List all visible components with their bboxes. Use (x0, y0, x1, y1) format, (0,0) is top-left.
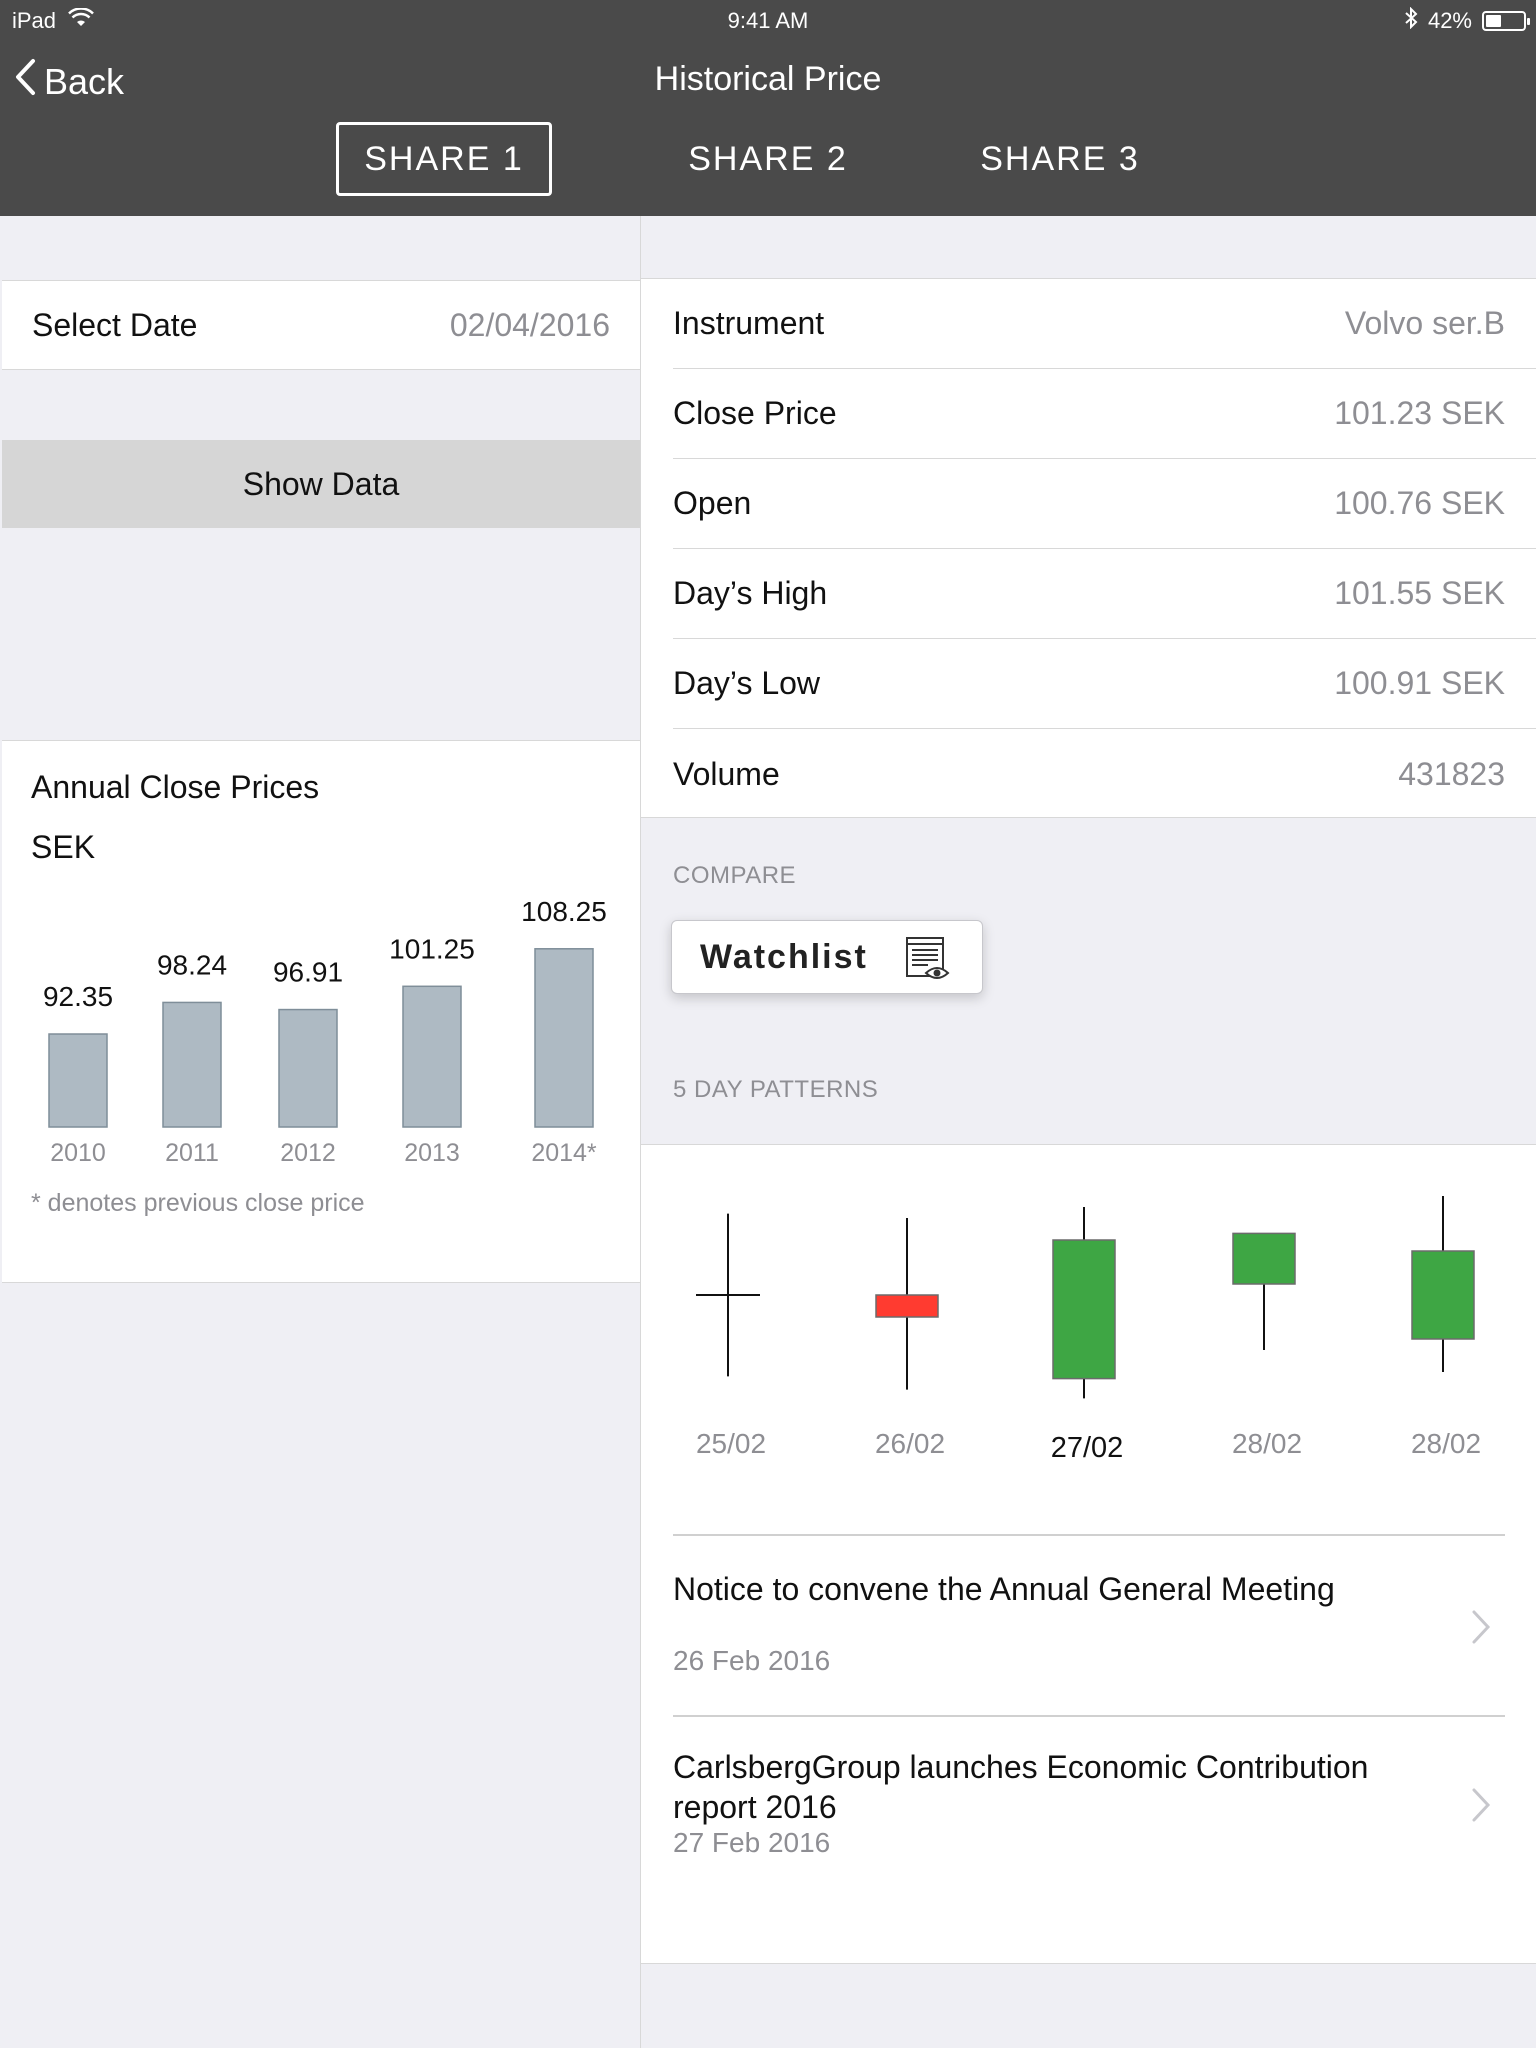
bar-category-label: 2014* (531, 1139, 597, 1167)
info-row-close-price: Close Price 101.23 SEK (673, 369, 1536, 459)
tab-share-3[interactable]: SHARE 3 (952, 122, 1168, 196)
candle-body (1052, 1239, 1116, 1380)
info-label: Volume (673, 755, 780, 792)
bar-category-label: 2013 (404, 1139, 460, 1167)
date-selector-label: Select Date (32, 306, 198, 343)
candle-date-label: 28/02 (1232, 1428, 1302, 1459)
watchlist-eye-icon (904, 935, 952, 992)
show-data-button[interactable]: Show Data (2, 440, 640, 528)
divider (673, 1534, 1505, 1536)
candle-date-label: 28/02 (1411, 1428, 1481, 1459)
info-row-volume: Volume 431823 (673, 729, 1536, 819)
status-time: 9:41 AM (727, 8, 809, 33)
divider (673, 1715, 1505, 1717)
news-item[interactable]: Notice to convene the Annual General Mee… (673, 1569, 1511, 1701)
tab-share-2[interactable]: SHARE 2 (660, 122, 876, 196)
chart-bar (534, 948, 594, 1128)
annual-close-chart-card: Annual Close Prices SEK 92.35 2010 98.24 20… (2, 740, 640, 1283)
patterns-news-card: 25/02 26/02 27/02 28/02 28/02 Notice to conv… (641, 1144, 1536, 1964)
navigation-header: iPad 9:41 AM 42% Back Historical Price S… (0, 0, 1536, 216)
info-label: Instrument (673, 305, 825, 341)
chart-bar (278, 1008, 338, 1128)
bar-category-label: 2010 (50, 1139, 106, 1167)
chevron-right-icon (1471, 1787, 1491, 1828)
patterns-section-label: 5 DAY PATTERNS (673, 1076, 879, 1103)
news-date: 26 Feb 2016 (673, 1645, 831, 1676)
bar-category-label: 2011 (165, 1139, 219, 1167)
info-value: 431823 (1398, 755, 1505, 792)
annual-close-bar-chart: 92.35 2010 98.24 2011 96.91 2012 101.25 2013 108… (43, 896, 607, 1167)
news-item[interactable]: CarlsbergGroup launches Economic Contrib… (673, 1747, 1511, 1867)
watchlist-label: Watchlist (700, 937, 868, 976)
date-selector-value: 02/04/2016 (449, 306, 610, 343)
info-label: Day’s Low (673, 665, 821, 701)
chart-footnote: * denotes previous close price (31, 1189, 365, 1217)
news-date: 27 Feb 2016 (673, 1827, 831, 1858)
five-day-candlestick-chart: 25/02 26/02 27/02 28/02 28/02 (696, 1196, 1481, 1464)
chart-bar (402, 985, 462, 1128)
info-value: 100.91 SEK (1334, 665, 1505, 701)
chart-bar (48, 1033, 108, 1128)
share-tabs: SHARE 1 SHARE 2 SHARE 3 (0, 122, 1536, 196)
bar-category-label: 2012 (280, 1139, 336, 1167)
info-row-days-low: Day’s Low 100.91 SEK (673, 639, 1536, 729)
instrument-info-card: Instrument Volvo ser.B Close Price 101.2… (641, 278, 1536, 818)
bluetooth-icon (1404, 6, 1418, 35)
battery-percent: 42% (1427, 8, 1472, 33)
info-value: Volvo ser.B (1344, 305, 1505, 341)
info-row-open: Open 100.76 SEK (673, 459, 1536, 549)
candle-body (1411, 1250, 1475, 1340)
compare-section-label: COMPARE (673, 862, 797, 889)
info-label: Close Price (673, 395, 837, 431)
candle-body (875, 1294, 939, 1318)
battery-icon (1482, 11, 1530, 31)
bar-value-label: 92.35 (43, 981, 113, 1012)
status-bar-right: 42% (1404, 6, 1530, 35)
tab-share-1[interactable]: SHARE 1 (336, 122, 552, 196)
info-value: 101.55 SEK (1334, 575, 1505, 611)
bar-value-label: 96.91 (273, 957, 343, 988)
candle-body (1232, 1232, 1296, 1285)
info-label: Open (673, 485, 752, 521)
bar-value-label: 98.24 (157, 949, 227, 980)
bar-value-label: 108.25 (521, 896, 607, 927)
bar-value-label: 101.25 (389, 933, 475, 964)
info-label: Day’s High (673, 575, 828, 611)
news-title: CarlsbergGroup launches Economic Contrib… (673, 1749, 1369, 1825)
candle-date-label: 25/02 (696, 1428, 766, 1459)
info-value: 100.76 SEK (1334, 485, 1505, 521)
info-value: 101.23 SEK (1334, 395, 1505, 431)
info-row-instrument: Instrument Volvo ser.B (673, 279, 1536, 369)
candle-date-label: 27/02 (1051, 1432, 1124, 1464)
watchlist-button[interactable]: Watchlist (671, 920, 983, 994)
page-title: Historical Price (654, 60, 882, 98)
chart-bar (162, 1001, 222, 1128)
info-row-days-high: Day’s High 101.55 SEK (673, 549, 1536, 639)
chevron-right-icon (1471, 1609, 1491, 1650)
news-title: Notice to convene the Annual General Mee… (673, 1571, 1335, 1607)
details-panel: Instrument Volvo ser.B Close Price 101.2… (640, 216, 1536, 2048)
date-selector[interactable]: Select Date 02/04/2016 (2, 280, 640, 370)
candle-date-label: 26/02 (875, 1428, 945, 1459)
